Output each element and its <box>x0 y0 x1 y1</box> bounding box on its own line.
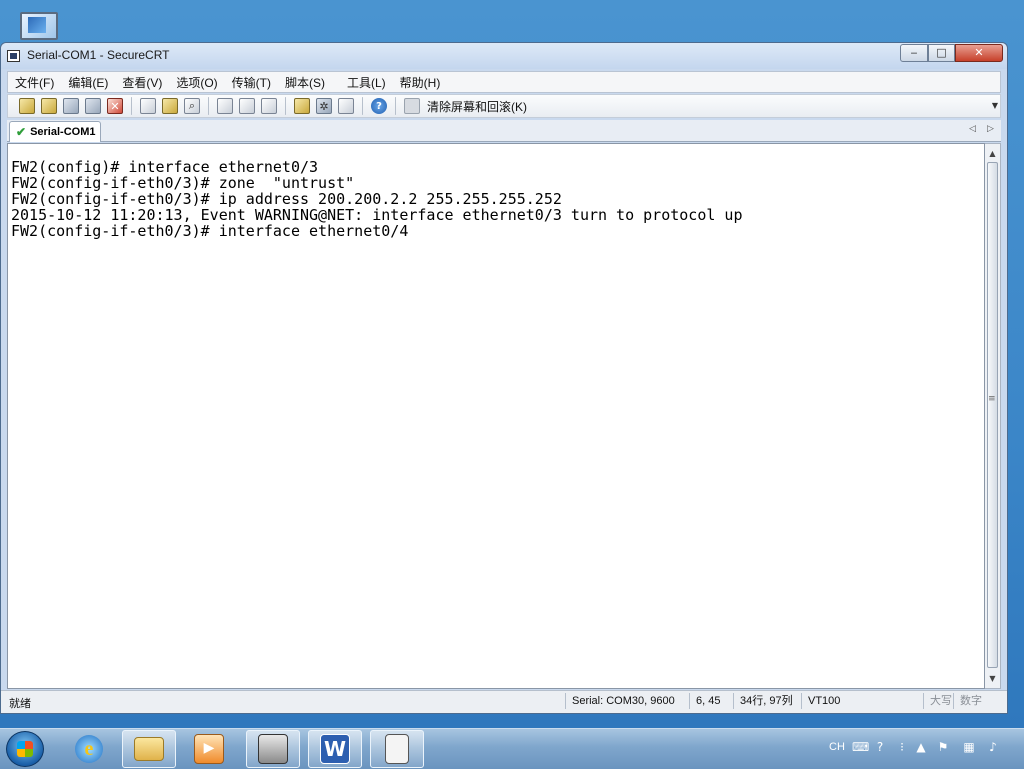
print-selection-icon[interactable] <box>239 98 255 114</box>
status-cursor: 6, 45 <box>689 693 732 709</box>
vertical-scrollbar[interactable]: ▲ ≡ ▼ <box>985 143 1001 689</box>
securecrt-window: Serial-COM1 - SecureCRT ‒ □ ✕ 文件(F) 编辑(E… <box>0 42 1008 714</box>
show-hidden-icons-icon[interactable]: ▲ <box>914 740 928 754</box>
taskbar-securecrt[interactable] <box>246 730 300 768</box>
securecrt-app-icon[interactable] <box>7 50 20 62</box>
volume-icon[interactable]: ♪ <box>986 740 1000 754</box>
toolbar-separator <box>285 97 286 115</box>
status-connection: Serial: COM30, 9600 <box>565 693 688 709</box>
internet-explorer-icon: e <box>75 735 103 763</box>
clear-screen-icon[interactable] <box>404 98 420 114</box>
tab-label: Serial-COM1 <box>30 126 96 138</box>
window-title: Serial-COM1 - SecureCRT <box>27 48 170 62</box>
tab-serial-com1[interactable]: ✔ Serial-COM1 <box>9 121 101 142</box>
securecrt-icon <box>258 734 288 764</box>
clear-screen-button[interactable]: 清除屏幕和回滚(K) <box>427 98 527 115</box>
scroll-grip-icon: ≡ <box>988 394 996 404</box>
menu-options[interactable]: 选项(O) <box>169 74 224 91</box>
status-caps: 大写 <box>923 693 956 709</box>
tab-scroll-right-icon[interactable]: ▷ <box>987 124 994 134</box>
terminal-area[interactable]: FW2(config)# interface ethernet0/3 FW2(c… <box>7 143 985 689</box>
status-num: 数字 <box>953 693 990 709</box>
taskbar-document-viewer[interactable] <box>370 730 424 768</box>
menu-transfer[interactable]: 传输(T) <box>225 74 278 91</box>
network-icon[interactable]: ▦ <box>962 740 976 754</box>
status-bar: 就绪 Serial: COM30, 9600 6, 45 34行, 97列 VT… <box>1 690 1007 713</box>
key-icon[interactable] <box>338 98 354 114</box>
menu-file[interactable]: 文件(F) <box>8 74 61 91</box>
menu-help[interactable]: 帮助(H) <box>393 74 448 91</box>
media-player-icon: ▶ <box>194 734 224 764</box>
copy-icon[interactable] <box>140 98 156 114</box>
quick-connect-icon[interactable] <box>41 98 57 114</box>
tab-scroll-left-icon[interactable]: ◁ <box>969 124 976 134</box>
minimize-button[interactable]: ‒ <box>900 44 928 62</box>
toolbar-overflow-icon[interactable]: ▼ <box>992 101 998 110</box>
session-tab-strip: ✔ Serial-COM1 ◁ ▷ <box>7 120 1001 142</box>
connect-in-tab-icon[interactable] <box>63 98 79 114</box>
help-tray-icon[interactable]: ? <box>873 740 887 754</box>
language-indicator[interactable]: CH <box>829 741 845 753</box>
scroll-thumb[interactable] <box>987 162 998 668</box>
toolbar-separator <box>208 97 209 115</box>
ime-options-icon[interactable]: ⁝ <box>895 740 909 754</box>
status-emulation: VT100 <box>801 693 856 709</box>
help-icon[interactable]: ? <box>371 98 387 114</box>
terminal-line: FW2(config-if-eth0/3)# interface etherne… <box>11 222 409 240</box>
print-icon[interactable] <box>261 98 277 114</box>
menu-script[interactable]: 脚本(S) <box>278 74 332 91</box>
toolbar-separator <box>395 97 396 115</box>
wps-writer-icon: W <box>320 734 350 764</box>
taskbar-media-player[interactable]: ▶ <box>182 730 236 768</box>
find-icon[interactable]: ⌕ <box>184 98 200 114</box>
connected-check-icon: ✔ <box>16 125 27 139</box>
close-button[interactable]: ✕ <box>955 44 1003 62</box>
toolbar-separator <box>131 97 132 115</box>
terminal-output: FW2(config)# interface ethernet0/3 FW2(c… <box>11 159 743 239</box>
document-icon <box>385 734 409 764</box>
toolbar: ✕ ⌕ ✲ ? 清除屏幕和回滚(K) ▼ <box>7 94 1001 118</box>
start-button[interactable] <box>6 731 44 767</box>
taskbar: e ▶ W CH ⌨ ? ⁝ ▲ ⚑ ▦ ♪ <box>0 728 1024 769</box>
session-options-icon[interactable] <box>294 98 310 114</box>
taskbar-internet-explorer[interactable]: e <box>62 730 116 768</box>
toolbar-separator <box>362 97 363 115</box>
scroll-down-icon[interactable]: ▼ <box>985 671 1000 686</box>
taskbar-wps-writer[interactable]: W <box>308 730 362 768</box>
action-center-flag-icon[interactable]: ⚑ <box>936 740 950 754</box>
keyboard-icon[interactable]: ⌨ <box>852 740 869 754</box>
print-setup-icon[interactable] <box>217 98 233 114</box>
disconnect-icon[interactable]: ✕ <box>107 98 123 114</box>
menu-view[interactable]: 查看(V) <box>115 74 169 91</box>
connect-icon[interactable] <box>19 98 35 114</box>
scroll-up-icon[interactable]: ▲ <box>985 146 1000 161</box>
taskbar-file-explorer[interactable] <box>122 730 176 768</box>
reconnect-icon[interactable] <box>85 98 101 114</box>
status-ready: 就绪 <box>9 698 31 710</box>
folder-icon <box>134 737 164 761</box>
menu-bar: 文件(F) 编辑(E) 查看(V) 选项(O) 传输(T) 脚本(S) 工具(L… <box>7 71 1001 93</box>
status-size: 34行, 97列 <box>733 693 802 709</box>
maximize-button[interactable]: □ <box>928 44 955 62</box>
menu-edit[interactable]: 编辑(E) <box>61 74 115 91</box>
menu-tools[interactable]: 工具(L) <box>340 74 393 91</box>
computer-icon[interactable] <box>14 10 62 44</box>
paste-icon[interactable] <box>162 98 178 114</box>
global-options-icon[interactable]: ✲ <box>316 98 332 114</box>
title-bar[interactable]: Serial-COM1 - SecureCRT ‒ □ ✕ <box>1 43 1007 69</box>
